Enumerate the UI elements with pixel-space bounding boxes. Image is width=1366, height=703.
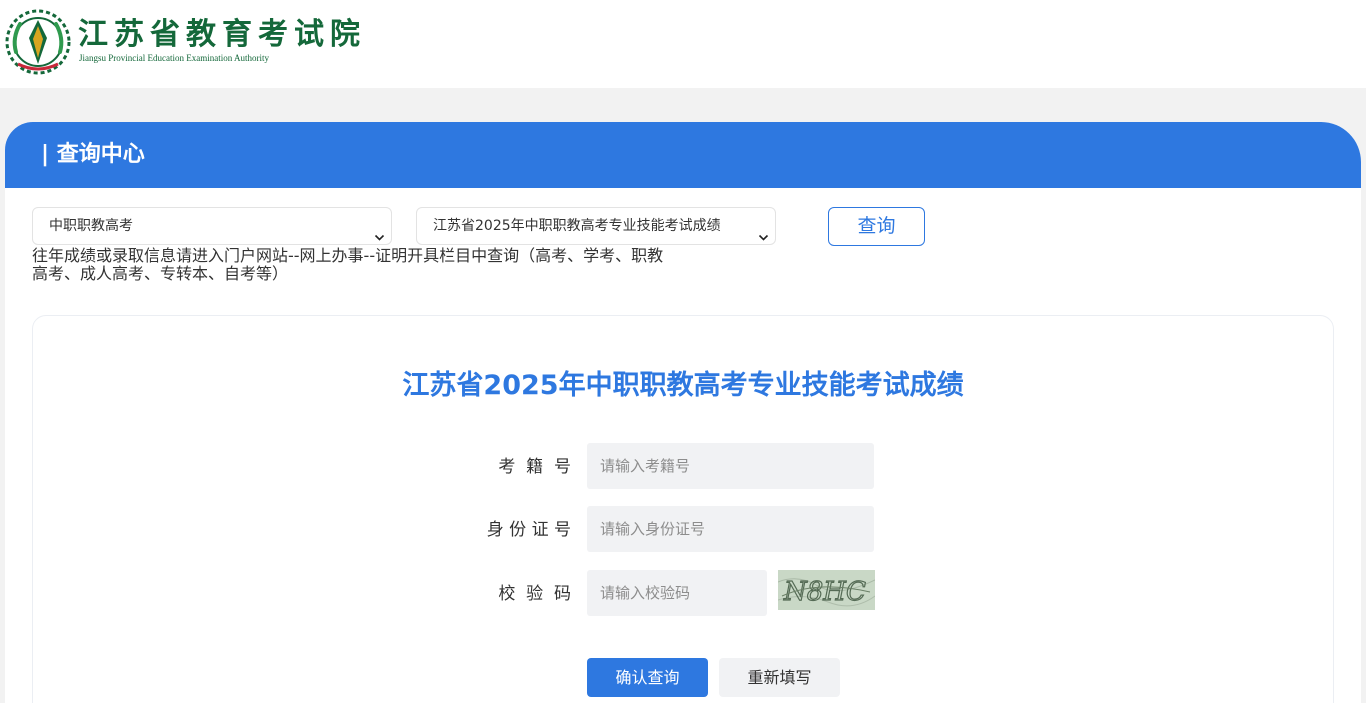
- id-number-input[interactable]: [587, 506, 874, 552]
- exam-number-input[interactable]: [587, 443, 874, 489]
- score-query-title: 江苏省2025年中职职教高考专业技能考试成绩: [402, 370, 964, 401]
- score-query-card: 江苏省2025年中职职教高考专业技能考试成绩 考 籍 号 身 份 证 号 校 验…: [32, 315, 1334, 703]
- chevron-down-icon: [374, 221, 385, 241]
- verify-code-input[interactable]: [587, 570, 767, 616]
- verify-code-label: 校 验 码: [498, 584, 571, 604]
- confirm-query-button[interactable]: 确认查询: [587, 658, 708, 697]
- site-header: 江苏省教育考试院 Jiangsu Provincial Education Ex…: [0, 0, 1366, 88]
- panel-title: | 查询中心: [41, 142, 145, 167]
- site-title: 江苏省教育考试院: [78, 17, 366, 52]
- exam-name-value: 江苏省2025年中职职教高考专业技能考试成绩: [433, 218, 721, 234]
- exam-name-select[interactable]: 江苏省2025年中职职教高考专业技能考试成绩: [416, 207, 776, 245]
- chevron-down-icon: [758, 221, 769, 241]
- history-notice-text: 往年成绩或录取信息请进入门户网站--网上办事--证明开具栏目中查询（高考、学考、…: [32, 246, 664, 283]
- panel-title-bar: | 查询中心: [5, 122, 1361, 188]
- captcha-image[interactable]: N8HC: [778, 570, 875, 610]
- captcha-text: N8HC: [783, 577, 866, 607]
- id-number-label: 身 份 证 号: [486, 520, 571, 540]
- provincial-emblem-logo[interactable]: [4, 8, 72, 76]
- exam-type-value: 中职职教高考: [49, 218, 133, 234]
- site-subtitle: Jiangsu Provincial Education Examination…: [79, 53, 269, 63]
- exam-number-label: 考 籍 号: [498, 457, 571, 477]
- reset-form-button[interactable]: 重新填写: [719, 658, 840, 697]
- exam-type-select[interactable]: 中职职教高考: [32, 207, 392, 245]
- query-button[interactable]: 查询: [828, 207, 925, 246]
- query-center-panel: | 查询中心 中职职教高考 江苏省2025年中职职教高考专业技能考试成绩 查询 …: [5, 122, 1361, 703]
